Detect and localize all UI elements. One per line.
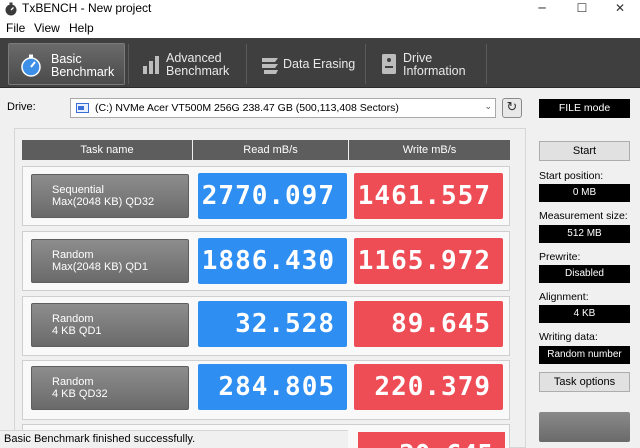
tab-advanced-benchmark[interactable]: Advanced Benchmark: [130, 43, 242, 85]
toolbar-divider: [365, 44, 366, 84]
write-value: 20.645: [358, 432, 505, 448]
tab-drive-information-label: Drive Information: [403, 51, 466, 78]
tab-drive-information[interactable]: Drive Information: [367, 43, 484, 85]
maximize-icon[interactable]: ☐: [568, 0, 596, 18]
start-position-label: Start position:: [539, 170, 604, 182]
tab-basic-benchmark[interactable]: Basic Benchmark: [8, 43, 125, 85]
tab-advanced-benchmark-label: Advanced Benchmark: [166, 51, 230, 78]
write-value: 89.645: [354, 301, 503, 347]
toolbar: Basic Benchmark Advanced Benchmark Data Er…: [0, 38, 640, 88]
status-text: Basic Benchmark finished successfully.: [4, 433, 196, 445]
writing-data-value[interactable]: Random number: [539, 346, 630, 364]
title-bar: TxBENCH - New project ─ ☐ ✕: [0, 0, 640, 18]
bar-chart-icon: [143, 56, 159, 74]
drive-info-icon: [382, 54, 396, 74]
read-value: 1886.430: [198, 238, 347, 284]
window-title: TxBENCH - New project: [22, 1, 152, 15]
task-button[interactable]: Sequential Max(2048 KB) QD32: [31, 174, 189, 218]
refresh-icon[interactable]: ↻: [502, 98, 522, 118]
eraser-icon: [262, 58, 278, 74]
menu-help[interactable]: Help: [69, 21, 94, 35]
task-button[interactable]: Random 4 KB QD1: [31, 303, 189, 347]
task-button[interactable]: Random 4 KB QD32: [31, 366, 189, 410]
column-header-task: Task name: [22, 140, 192, 160]
alignment-label: Alignment:: [539, 291, 589, 303]
stopwatch-icon: [21, 54, 41, 77]
prewrite-value[interactable]: Disabled: [539, 265, 630, 283]
menu-bar: File View Help: [0, 18, 640, 38]
measurement-size-value[interactable]: 512 MB: [539, 225, 630, 243]
tab-data-erasing[interactable]: Data Erasing: [248, 43, 362, 85]
task-button[interactable]: Random Max(2048 KB) QD1: [31, 239, 189, 283]
writing-data-label: Writing data:: [539, 331, 598, 343]
start-position-value[interactable]: 0 MB: [539, 184, 630, 202]
chevron-down-icon: ⌄: [484, 102, 492, 112]
file-mode-badge: FILE mode: [539, 99, 630, 118]
write-value: 220.379: [354, 364, 503, 410]
close-icon[interactable]: ✕: [606, 0, 634, 18]
tab-data-erasing-label: Data Erasing: [283, 57, 356, 71]
read-value: 32.528: [198, 301, 347, 347]
read-value: 284.805: [198, 364, 347, 410]
write-value: 1165.972: [354, 238, 503, 284]
start-button[interactable]: Start: [539, 141, 630, 161]
ssd-drive-icon: [76, 103, 89, 113]
menu-view[interactable]: View: [34, 21, 60, 35]
alignment-value[interactable]: 4 KB: [539, 305, 630, 323]
app-logo-icon: [5, 2, 17, 16]
column-header-write: Write mB/s: [349, 140, 510, 160]
drive-label: Drive:: [7, 101, 36, 113]
partial-button[interactable]: [539, 412, 630, 442]
task-options-button[interactable]: Task options: [539, 372, 630, 392]
menu-file[interactable]: File: [6, 21, 25, 35]
prewrite-label: Prewrite:: [539, 251, 581, 263]
app-window: TxBENCH - New project ─ ☐ ✕ File View He…: [0, 0, 640, 448]
status-bar: Basic Benchmark finished successfully.: [0, 430, 348, 448]
read-value: 2770.097: [198, 173, 347, 219]
drive-select[interactable]: (C:) NVMe Acer VT500M 256G 238.47 GB (50…: [70, 98, 496, 118]
measurement-size-label: Measurement size:: [539, 210, 628, 222]
drive-select-value: (C:) NVMe Acer VT500M 256G 238.47 GB (50…: [95, 102, 399, 114]
toolbar-divider: [486, 44, 487, 84]
write-value: 1461.557: [354, 173, 503, 219]
tab-basic-benchmark-label: Basic Benchmark: [51, 52, 115, 79]
toolbar-divider: [128, 44, 129, 84]
minimize-icon[interactable]: ─: [528, 0, 556, 18]
toolbar-divider: [246, 44, 247, 84]
column-header-read: Read mB/s: [193, 140, 348, 160]
